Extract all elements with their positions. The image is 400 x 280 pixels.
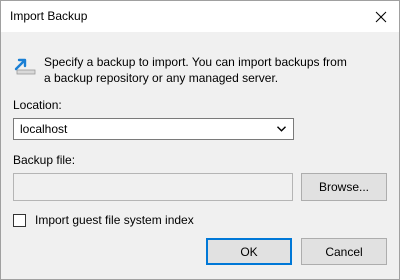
- import-index-checkbox[interactable]: [13, 213, 26, 227]
- cancel-button[interactable]: Cancel: [301, 238, 387, 265]
- import-backup-dialog: Import Backup Specify a backup to import…: [0, 0, 400, 280]
- location-select[interactable]: localhost: [13, 118, 294, 140]
- dialog-description: Specify a backup to import. You can impo…: [44, 54, 389, 86]
- description-line-1: Specify a backup to import. You can impo…: [44, 55, 347, 69]
- backup-file-label: Backup file:: [13, 153, 76, 167]
- description-line-2: a backup repository or any managed serve…: [44, 71, 279, 85]
- close-icon: [375, 11, 387, 22]
- browse-button[interactable]: Browse...: [301, 173, 387, 201]
- backup-file-field[interactable]: [13, 173, 293, 201]
- import-index-label: Import guest file system index: [35, 213, 194, 227]
- window-title: Import Backup: [10, 9, 88, 23]
- location-label: Location:: [13, 98, 62, 112]
- close-button[interactable]: [363, 1, 399, 32]
- dialog-body: Specify a backup to import. You can impo…: [1, 32, 399, 279]
- import-arrow-icon: [14, 58, 36, 75]
- import-index-option[interactable]: Import guest file system index: [13, 212, 194, 228]
- location-selected-value: localhost: [20, 122, 68, 136]
- title-bar: Import Backup: [1, 1, 399, 32]
- ok-button[interactable]: OK: [206, 238, 292, 265]
- chevron-down-icon: [277, 126, 286, 132]
